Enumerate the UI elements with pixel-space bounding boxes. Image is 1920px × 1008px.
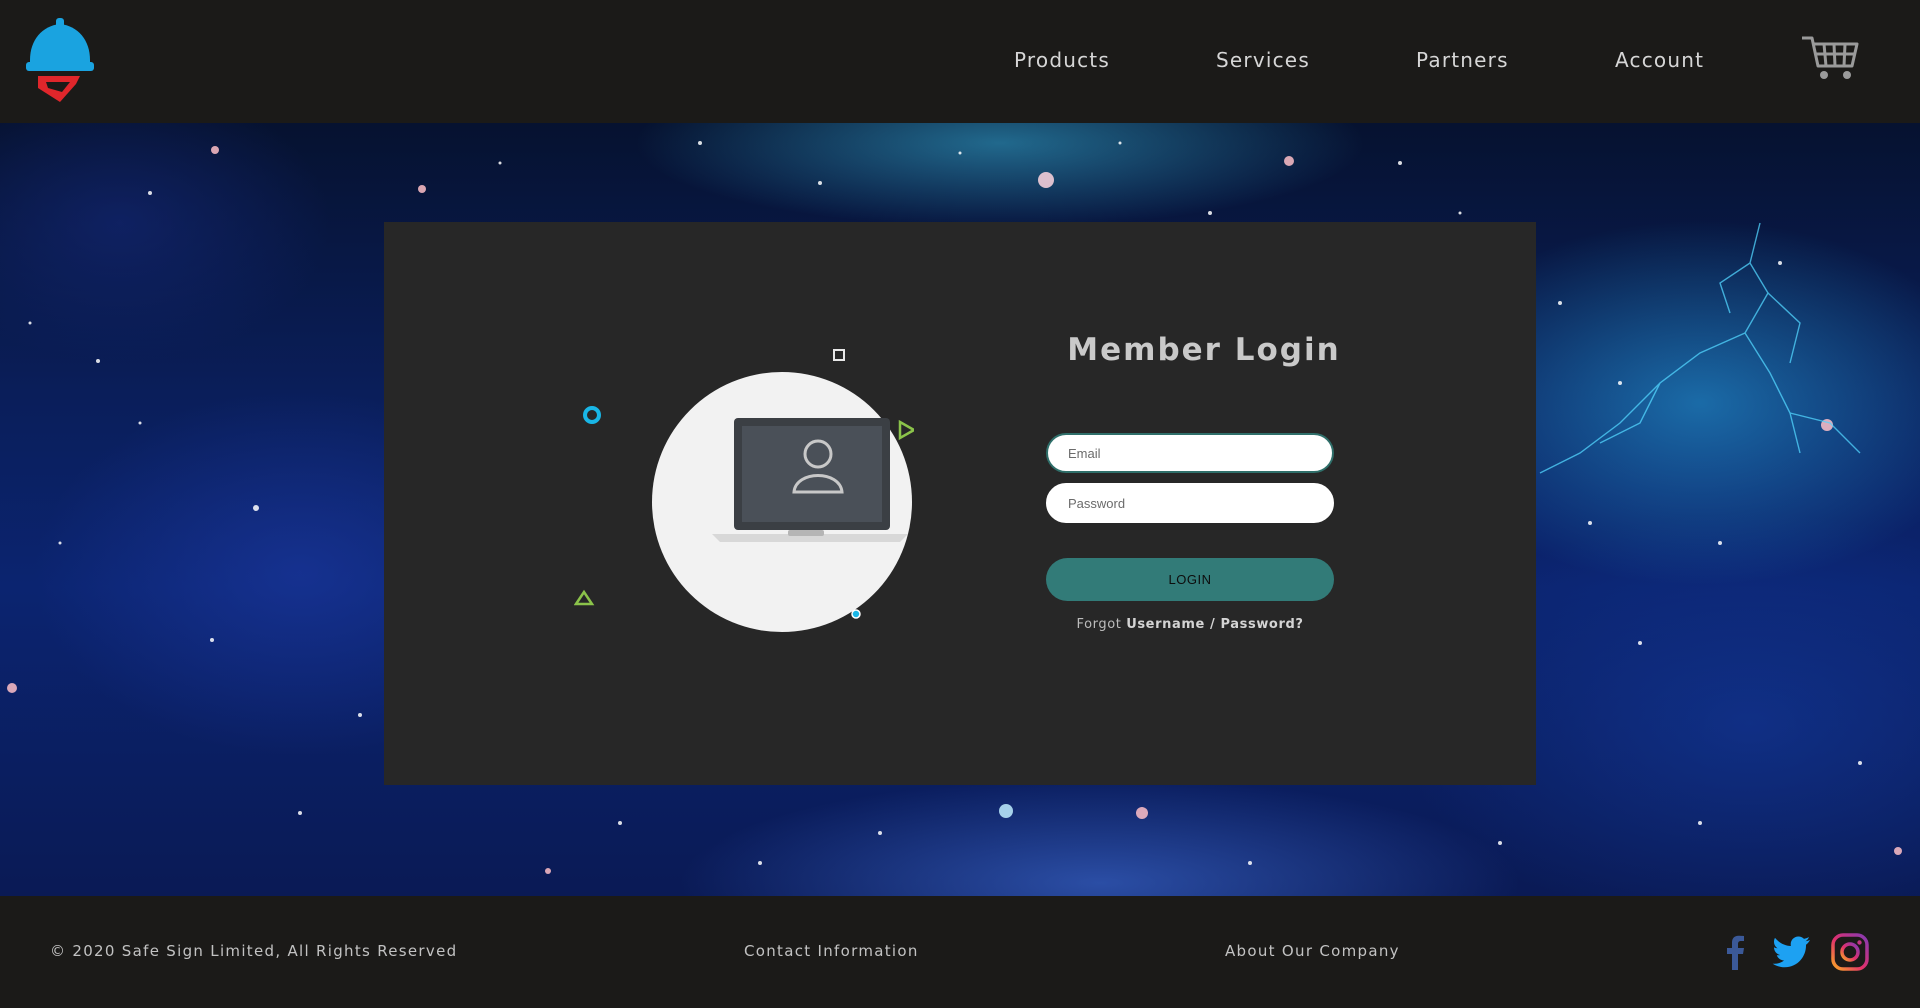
- forgot-credentials: Forgot Username / Password?: [1004, 617, 1376, 632]
- email-input[interactable]: [1046, 433, 1334, 473]
- facebook-icon[interactable]: [1716, 932, 1756, 972]
- nav-products[interactable]: Products: [1014, 48, 1110, 72]
- login-card: Member Login LOGIN Forgot Username / Pas…: [384, 222, 1536, 785]
- forgot-username-password-link[interactable]: Username / Password?: [1126, 617, 1303, 632]
- nav-services[interactable]: Services: [1216, 48, 1310, 72]
- laptop-user-icon: [574, 349, 914, 632]
- instagram-icon[interactable]: [1830, 932, 1870, 972]
- shopping-cart-icon[interactable]: [1800, 34, 1860, 82]
- login-button[interactable]: LOGIN: [1046, 558, 1334, 601]
- twitter-icon[interactable]: [1772, 932, 1812, 972]
- nav-account[interactable]: Account: [1615, 48, 1704, 72]
- safety-helmet-logo-icon[interactable]: [26, 18, 94, 102]
- contact-information-link[interactable]: Contact Information: [744, 942, 919, 960]
- copyright-text: © 2020 Safe Sign Limited, All Rights Res…: [50, 942, 458, 960]
- login-title: Member Login: [1067, 332, 1341, 368]
- forgot-prefix: Forgot: [1076, 617, 1122, 632]
- password-input[interactable]: [1046, 483, 1334, 523]
- about-company-link[interactable]: About Our Company: [1225, 942, 1400, 960]
- nav-partners[interactable]: Partners: [1416, 48, 1509, 72]
- site-header: Products Services Partners Account: [0, 0, 1920, 123]
- site-footer: © 2020 Safe Sign Limited, All Rights Res…: [0, 896, 1920, 1008]
